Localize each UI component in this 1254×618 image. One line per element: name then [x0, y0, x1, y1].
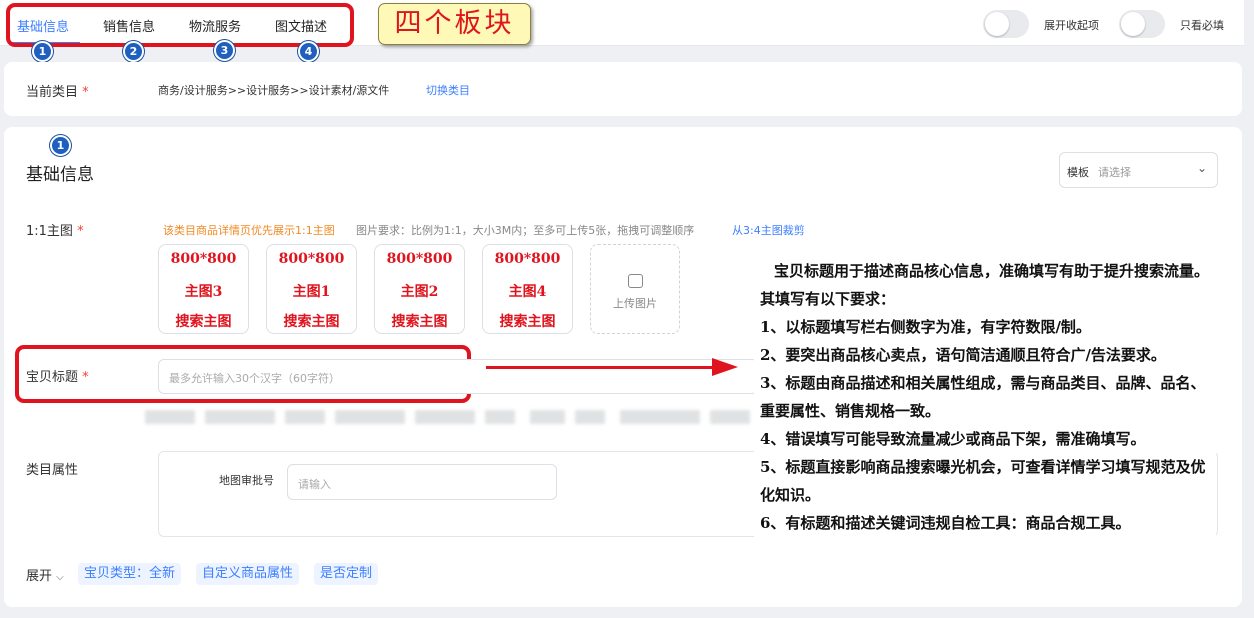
image-tile[interactable]: 800*800 主图3 搜索主图 [158, 244, 249, 334]
section-title: 基础信息 [26, 165, 94, 185]
chevron-down-icon: ⌄ [1196, 161, 1207, 175]
number-badge: 2 [123, 41, 144, 62]
category-label-text: 当前类目 [26, 85, 79, 100]
map-approval-placeholder: 请输入 [298, 478, 331, 491]
tile-name: 主图2 [400, 284, 439, 300]
tile-name: 主图3 [184, 284, 223, 300]
main-image-label-text: 1:1主图 [26, 224, 73, 239]
number-badge: 3 [214, 40, 235, 61]
arrow-right-icon [712, 358, 738, 376]
title-requirements-note: 宝贝标题用于描述商品核心信息，准确填写有助于提升搜索流量。其填写有以下要求： 1… [754, 257, 1216, 537]
title-placeholder: 最多允许输入30个汉字（60字符） [169, 372, 340, 385]
map-approval-label: 地图审批号 [219, 474, 274, 487]
tile-size: 800*800 [386, 251, 453, 267]
tag-custom-attributes[interactable]: 自定义商品属性 [196, 563, 300, 585]
map-approval-input[interactable]: 请输入 [287, 464, 557, 500]
required-mark: * [82, 85, 89, 100]
required-mark: * [82, 370, 89, 385]
required-only-label: 只看必填 [1180, 19, 1224, 32]
number-badge: 1 [32, 41, 53, 62]
required-mark: * [77, 224, 84, 239]
number-badge: 4 [298, 41, 319, 62]
template-placeholder: 请选择 [1098, 166, 1131, 179]
note-item: 2、要突出商品核心卖点，语句简洁通顺且符合广/告法要求。 [760, 346, 1166, 364]
blurred-suggestion [285, 410, 325, 424]
tag-customized[interactable]: 是否定制 [314, 563, 379, 585]
annotation-arrow-line [486, 366, 714, 369]
tile-tag: 搜索主图 [283, 314, 340, 330]
tile-tag: 搜索主图 [175, 314, 232, 330]
tile-size: 800*800 [494, 251, 561, 267]
switch-category-link[interactable]: 切换类目 [426, 82, 470, 98]
annotation-callout: 四个板块 [378, 3, 531, 45]
category-path: 商务/设计服务>>设计服务>>设计素材/源文件 [158, 84, 390, 97]
expand-collapse-label: 展开收起项 [1044, 19, 1099, 32]
note-item: 3、标题由商品描述和相关属性组成，需与商品类目、品牌、品名、重要属性、销售规格一… [760, 374, 1206, 420]
tile-size: 800*800 [170, 251, 237, 267]
template-label: 模板 [1067, 166, 1089, 179]
main-image-hint-priority: 该类目商品详情页优先展示1:1主图 [163, 224, 335, 237]
note-intro: 宝贝标题用于描述商品核心信息，准确填写有助于提升搜索流量。其填写有以下要求： [760, 262, 1210, 308]
note-item: 6、有标题和描述关键词违规自检工具：商品合规工具。 [760, 514, 1131, 532]
title-input[interactable]: 最多允许输入30个汉字（60字符） [158, 359, 758, 394]
tile-name: 主图4 [508, 284, 547, 300]
note-item: 1、以标题填写栏右侧数字为准，有字符数限/制。 [760, 318, 1091, 336]
category-card: 当前类目 * 商务/设计服务>>设计服务>>设计素材/源文件 切换类目 [4, 62, 1242, 116]
tile-tag: 搜索主图 [391, 314, 448, 330]
toggle-knob [985, 12, 1009, 36]
crop-from-3-4-link[interactable]: 从3:4主图裁剪 [732, 222, 805, 238]
note-item: 5、标题直接影响商品搜索曝光机会，可查看详情学习填写规范及优化知识。 [760, 458, 1206, 504]
image-tile[interactable]: 800*800 主图2 搜索主图 [374, 244, 465, 334]
blurred-suggestion [530, 410, 565, 424]
blurred-suggestion [620, 410, 700, 424]
expand-collapse-toggle[interactable] [983, 10, 1029, 38]
main-image-hint-requirements: 图片要求：比例为1:1，大小3M内；至多可上传5张，拖拽可调整顺序 [356, 224, 695, 237]
number-badge: 1 [50, 135, 71, 156]
tile-size: 800*800 [278, 251, 345, 267]
note-item: 4、错误填写可能导致流量减少或商品下架，需准确填写。 [760, 430, 1146, 448]
blurred-suggestion [415, 410, 475, 424]
blurred-suggestion [575, 410, 605, 424]
blurred-suggestion [205, 410, 275, 424]
tabs-highlight-box [6, 3, 354, 47]
tag-item-type[interactable]: 宝贝类型：全新 [78, 563, 182, 585]
template-select[interactable]: 模板 请选择 ⌄ [1059, 152, 1218, 188]
tile-tag: 搜索主图 [499, 314, 556, 330]
expand-label: 展开 [26, 569, 53, 584]
image-tile[interactable]: 800*800 主图4 搜索主图 [482, 244, 573, 334]
blurred-suggestion [335, 410, 405, 424]
expand-toggle[interactable]: 展开 ⌵ [26, 565, 64, 584]
title-label-text: 宝贝标题 [26, 370, 79, 385]
image-icon [628, 274, 643, 288]
blurred-suggestion [710, 410, 750, 424]
category-label: 当前类目 * [26, 81, 89, 100]
chevron-down-icon: ⌵ [56, 572, 64, 583]
attributes-label: 类目属性 [26, 463, 79, 478]
title-label: 宝贝标题 * [26, 366, 89, 385]
required-only-toggle[interactable] [1119, 10, 1165, 38]
upload-image-button[interactable]: 上传图片 [590, 244, 680, 334]
blurred-suggestion [485, 410, 515, 424]
toggle-knob [1121, 12, 1145, 36]
tile-name: 主图1 [292, 284, 331, 300]
main-image-label: 1:1主图 * [26, 220, 84, 239]
upload-image-label: 上传图片 [613, 297, 657, 310]
image-tile[interactable]: 800*800 主图1 搜索主图 [266, 244, 357, 334]
blurred-suggestion [145, 410, 195, 424]
